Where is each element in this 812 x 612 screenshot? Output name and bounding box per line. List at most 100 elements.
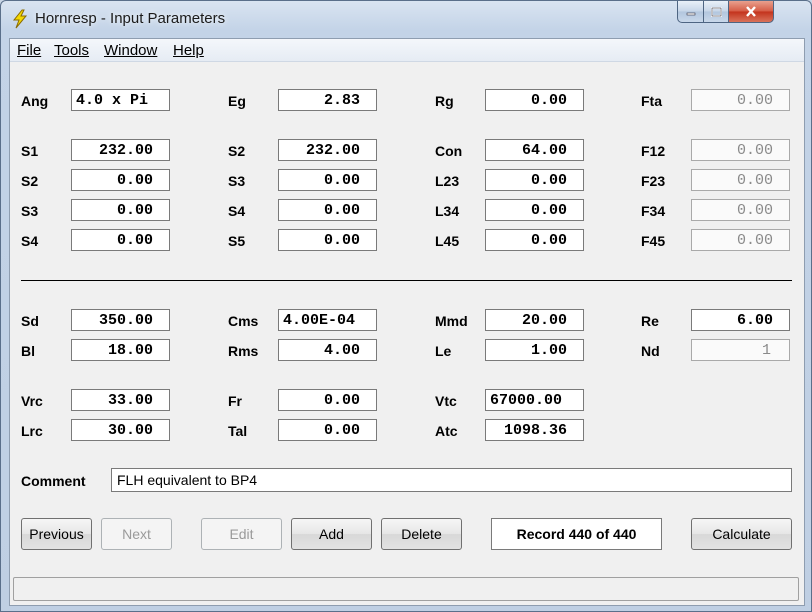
cms-label: Cms (228, 313, 259, 329)
con-label: Con (435, 143, 463, 159)
section-divider (21, 280, 792, 281)
delete-button[interactable]: Delete (381, 518, 462, 550)
title-bar[interactable]: Hornresp - Input Parameters (1, 1, 811, 37)
f45-field: 0.00 (691, 229, 790, 251)
s5-field[interactable]: 0.00 (278, 229, 377, 251)
minimize-button[interactable] (677, 1, 704, 23)
caption-buttons (677, 1, 774, 23)
atc-field[interactable]: 1098.36 (485, 419, 584, 441)
mmd-field[interactable]: 20.00 (485, 309, 584, 331)
vtc-field[interactable]: 67000.00 (485, 389, 584, 411)
nd-label: Nd (641, 343, 660, 359)
add-button[interactable]: Add (291, 518, 372, 550)
calculate-button[interactable]: Calculate (691, 518, 792, 550)
mmd-label: Mmd (435, 313, 468, 329)
menu-bar: File Tools Window Help (10, 39, 804, 62)
re-label: Re (641, 313, 659, 329)
maximize-button[interactable] (704, 1, 729, 23)
s1-field[interactable]: 232.00 (71, 139, 170, 161)
status-bar (13, 577, 799, 601)
window-title: Hornresp - Input Parameters (35, 10, 226, 27)
previous-button[interactable]: Previous (21, 518, 92, 550)
add-button-label: Add (319, 526, 344, 542)
vrc-label: Vrc (21, 393, 43, 409)
comment-label: Comment (21, 473, 86, 489)
eg-label: Eg (228, 93, 246, 109)
next-button[interactable]: Next (101, 518, 172, 550)
f34-label: F34 (641, 203, 666, 219)
record-indicator: Record 440 of 440 (491, 518, 662, 550)
rms-label: Rms (228, 343, 259, 359)
rms-field[interactable]: 4.00 (278, 339, 377, 361)
sd-label: Sd (21, 313, 39, 329)
fta-label: Fta (641, 93, 662, 109)
lrc-field[interactable]: 30.00 (71, 419, 170, 441)
lrc-label: Lrc (21, 423, 43, 439)
vrc-field[interactable]: 33.00 (71, 389, 170, 411)
f23-field: 0.00 (691, 169, 790, 191)
fta-field: 0.00 (691, 89, 790, 111)
close-button[interactable] (729, 1, 774, 23)
atc-label: Atc (435, 423, 458, 439)
ang-field[interactable]: 4.0 x Pi (71, 89, 170, 111)
s2-label: S2 (228, 143, 246, 159)
f12-label: F12 (641, 143, 666, 159)
l23-label: L23 (435, 173, 460, 189)
menu-tools[interactable]: Tools (54, 42, 89, 59)
f23-label: F23 (641, 173, 666, 189)
s3-label-2: S3 (21, 203, 39, 219)
s3-field[interactable]: 0.00 (278, 169, 377, 191)
s4-label-2: S4 (21, 233, 39, 249)
edit-button[interactable]: Edit (201, 518, 282, 550)
l34-label: L34 (435, 203, 460, 219)
previous-button-label: Previous (29, 526, 84, 542)
delete-button-label: Delete (401, 526, 442, 542)
tal-field[interactable]: 0.00 (278, 419, 377, 441)
vtc-label: Vtc (435, 393, 457, 409)
f34-field: 0.00 (691, 199, 790, 221)
sd-field[interactable]: 350.00 (71, 309, 170, 331)
l45-label: L45 (435, 233, 460, 249)
menu-window[interactable]: Window (104, 42, 157, 59)
maximize-icon (710, 6, 722, 17)
comment-field[interactable]: FLH equivalent to BP4 (111, 468, 792, 492)
menu-file[interactable]: File (17, 42, 41, 59)
close-icon (746, 6, 756, 17)
bl-field[interactable]: 18.00 (71, 339, 170, 361)
s5-label: S5 (228, 233, 246, 249)
eg-field[interactable]: 2.83 (278, 89, 377, 111)
edit-button-label: Edit (229, 526, 254, 542)
re-field[interactable]: 6.00 (691, 309, 790, 331)
fr-field[interactable]: 0.00 (278, 389, 377, 411)
rg-label: Rg (435, 93, 454, 109)
nd-field[interactable]: 1 (691, 339, 790, 361)
tal-label: Tal (228, 423, 248, 439)
s4-label: S4 (228, 203, 246, 219)
le-field[interactable]: 1.00 (485, 339, 584, 361)
fr-label: Fr (228, 393, 242, 409)
next-button-label: Next (122, 526, 151, 542)
s2-label-2: S2 (21, 173, 39, 189)
app-window: Hornresp - Input Parameters File Tools W… (0, 0, 812, 612)
l34-field[interactable]: 0.00 (485, 199, 584, 221)
s2-field-2[interactable]: 0.00 (71, 169, 170, 191)
f12-field: 0.00 (691, 139, 790, 161)
rg-field[interactable]: 0.00 (485, 89, 584, 111)
f45-label: F45 (641, 233, 666, 249)
l23-field[interactable]: 0.00 (485, 169, 584, 191)
s4-field-2[interactable]: 0.00 (71, 229, 170, 251)
s3-field-2[interactable]: 0.00 (71, 199, 170, 221)
client-area: File Tools Window Help Ang 4.0 x Pi Eg 2… (9, 38, 805, 606)
s4-field[interactable]: 0.00 (278, 199, 377, 221)
bl-label: Bl (21, 343, 35, 359)
calculate-button-label: Calculate (712, 526, 771, 542)
s2-field[interactable]: 232.00 (278, 139, 377, 161)
menu-help[interactable]: Help (173, 42, 204, 59)
cms-field[interactable]: 4.00E-04 (278, 309, 377, 331)
s3-label: S3 (228, 173, 246, 189)
minimize-icon (686, 12, 695, 15)
lightning-bolt-icon (10, 9, 30, 29)
con-field[interactable]: 64.00 (485, 139, 584, 161)
l45-field[interactable]: 0.00 (485, 229, 584, 251)
le-label: Le (435, 343, 452, 359)
